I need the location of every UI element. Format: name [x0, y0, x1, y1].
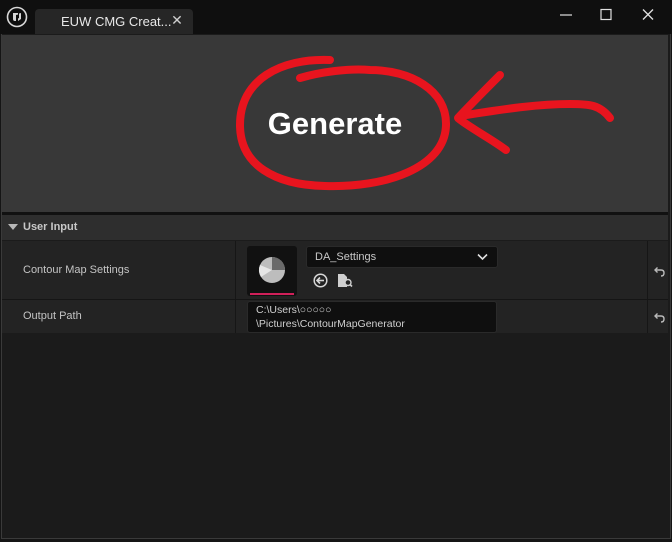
thumbnail-asset-color-bar [250, 293, 294, 295]
column-divider [235, 300, 236, 333]
asset-picker-value: DA_Settings [315, 251, 377, 263]
expand-arrow-icon [8, 224, 18, 230]
title-bar: EUW CMG Creat... ✕ [0, 0, 672, 34]
reset-to-default-icon[interactable] [652, 309, 666, 323]
tab-title: EUW CMG Creat... [61, 14, 172, 29]
editor-tab[interactable]: EUW CMG Creat... ✕ [35, 9, 193, 34]
generate-button[interactable]: Generate [256, 96, 414, 152]
asset-picker-dropdown[interactable]: DA_Settings [306, 246, 498, 268]
chevron-down-icon [477, 253, 488, 261]
browse-to-asset-icon[interactable] [337, 273, 353, 288]
column-divider [235, 241, 236, 299]
reset-column-divider [647, 241, 648, 299]
output-path-line-2: \Pictures\ContourMapGenerator [256, 318, 405, 330]
unreal-engine-logo-icon [6, 6, 28, 28]
section-title: User Input [23, 221, 78, 233]
use-selected-icon[interactable] [313, 273, 328, 288]
data-asset-icon [258, 257, 285, 283]
reset-to-default-icon[interactable] [652, 263, 666, 277]
property-label: Contour Map Settings [23, 264, 130, 276]
minimize-button[interactable] [546, 0, 586, 30]
asset-thumbnail[interactable] [247, 246, 297, 296]
section-header-user-input[interactable]: User Input [2, 215, 668, 240]
tab-close-icon[interactable]: ✕ [170, 12, 184, 29]
close-icon [642, 9, 654, 20]
output-path-field[interactable]: C:\Users\○○○○○ \Pictures\ContourMapGener… [247, 301, 497, 333]
property-row-contour-map-settings: Contour Map Settings DA_Settings [2, 241, 668, 299]
property-row-output-path: Output Path C:\Users\○○○○○ \Pictures\Con… [2, 300, 668, 333]
property-label: Output Path [23, 310, 82, 322]
output-path-line-1: C:\Users\○○○○○ [256, 304, 332, 316]
maximize-icon [600, 8, 612, 21]
maximize-button[interactable] [586, 0, 626, 30]
minimize-icon [560, 14, 572, 16]
window-close-button[interactable] [628, 0, 668, 30]
reset-column-divider [647, 300, 648, 333]
